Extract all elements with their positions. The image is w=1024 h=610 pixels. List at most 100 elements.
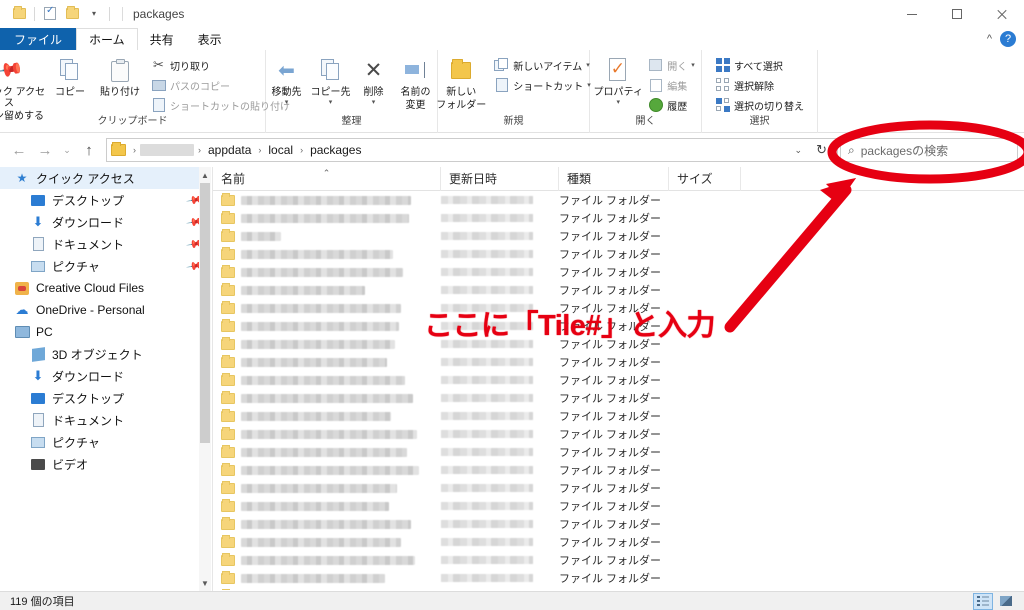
- sidebar-item-0[interactable]: ★ クイック アクセス: [0, 167, 211, 189]
- refresh-icon[interactable]: ↻: [810, 142, 833, 158]
- properties-icon[interactable]: [39, 3, 61, 25]
- sidebar-item-12[interactable]: ピクチャ: [0, 431, 211, 453]
- help-icon[interactable]: ?: [1000, 31, 1016, 47]
- table-row[interactable]: ファイル フォルダー: [213, 371, 1024, 389]
- navigation-scrollbar[interactable]: ▲ ▼: [199, 167, 211, 591]
- delete-button[interactable]: ✕ 削除 ▾: [355, 52, 393, 107]
- collapse-ribbon-icon[interactable]: ^: [987, 33, 992, 45]
- tab-home[interactable]: ホーム: [76, 28, 138, 50]
- sidebar-item-10[interactable]: デスクトップ: [0, 387, 211, 409]
- sidebar-item-label: ピクチャ: [52, 435, 100, 450]
- table-row[interactable]: ファイル フォルダー: [213, 191, 1024, 209]
- breadcrumb[interactable]: › › appdata › local › packages ⌄ ↻: [106, 138, 838, 162]
- sidebar-item-2[interactable]: ⬇ ダウンロード 📌: [0, 211, 211, 233]
- forward-button[interactable]: →: [32, 137, 58, 163]
- sidebar-item-8[interactable]: 3D オブジェクト: [0, 343, 211, 365]
- chevron-down-icon[interactable]: ▾: [372, 98, 376, 106]
- sidebar-item-3[interactable]: ドキュメント 📌: [0, 233, 211, 255]
- table-row[interactable]: ファイル フォルダー: [213, 245, 1024, 263]
- button-label: コピー: [55, 87, 85, 98]
- sidebar-item-13[interactable]: ビデオ: [0, 453, 211, 475]
- folder-icon: [221, 372, 235, 386]
- table-row[interactable]: ファイル フォルダー: [213, 227, 1024, 245]
- column-header-1[interactable]: 更新日時: [441, 167, 559, 191]
- table-row[interactable]: ファイル フォルダー: [213, 443, 1024, 461]
- properties-button[interactable]: ✓ プロパティ ▾: [593, 52, 643, 106]
- breadcrumb-item-packages[interactable]: packages: [307, 143, 364, 157]
- sidebar-item-label: デスクトップ: [52, 193, 125, 208]
- scrollbar-thumb[interactable]: [200, 183, 210, 443]
- tab-share[interactable]: 共有: [137, 28, 186, 50]
- breadcrumb-separator: ›: [258, 145, 262, 155]
- sidebar-item-11[interactable]: ドキュメント: [0, 409, 211, 431]
- chevron-down-icon[interactable]: ⌄: [789, 145, 809, 156]
- copy-to-button[interactable]: コピー先 ▾: [309, 52, 353, 106]
- file-name-redacted: [241, 429, 417, 439]
- close-button[interactable]: [979, 0, 1024, 28]
- sidebar-item-6[interactable]: ☁ OneDrive - Personal: [0, 299, 211, 321]
- chevron-down-icon[interactable]: ▾: [691, 61, 695, 69]
- select-all-button[interactable]: すべて選択: [712, 56, 807, 74]
- file-name-redacted: [241, 393, 413, 403]
- sidebar-item-4[interactable]: ピクチャ 📌: [0, 255, 211, 277]
- tab-view[interactable]: 表示: [185, 28, 234, 50]
- table-row[interactable]: ファイル フォルダー: [213, 389, 1024, 407]
- column-headers: 名前 ⌃ 更新日時 種類 サイズ: [213, 167, 1024, 191]
- table-row[interactable]: ファイル フォルダー: [213, 479, 1024, 497]
- rename-icon: [400, 55, 432, 85]
- folder-icon: [221, 336, 235, 350]
- back-button[interactable]: ←: [6, 137, 32, 163]
- table-row[interactable]: ファイル フォルダー: [213, 461, 1024, 479]
- breadcrumb-item-local[interactable]: local: [265, 143, 296, 157]
- sidebar-item-1[interactable]: デスクトップ 📌: [0, 189, 211, 211]
- breadcrumb-item-appdata[interactable]: appdata: [205, 143, 254, 157]
- chevron-down-icon[interactable]: ▾: [616, 98, 620, 106]
- up-button[interactable]: ↑: [76, 137, 102, 163]
- button-label: すべて選択: [734, 61, 783, 73]
- breadcrumb-item-redacted[interactable]: [140, 144, 194, 156]
- move-to-button[interactable]: ⬅ 移動先 ▾: [267, 52, 307, 107]
- table-row[interactable]: ファイル フォルダー: [213, 209, 1024, 227]
- chevron-down-icon[interactable]: ▾: [83, 3, 105, 25]
- select-none-button[interactable]: 選択解除: [712, 76, 807, 94]
- tab-file[interactable]: ファイル: [0, 28, 77, 50]
- column-header-2[interactable]: 種類: [559, 167, 669, 191]
- table-row[interactable]: ファイル フォルダー: [213, 407, 1024, 425]
- chevron-down-icon[interactable]: ▾: [285, 98, 289, 106]
- large-icons-view-button[interactable]: [996, 593, 1016, 610]
- rename-button[interactable]: 名前の 変更: [395, 52, 437, 111]
- scroll-up-icon[interactable]: ▲: [199, 167, 211, 183]
- table-row[interactable]: ファイル フォルダー: [213, 425, 1024, 443]
- table-row[interactable]: ファイル フォルダー: [213, 533, 1024, 551]
- sidebar-item-5[interactable]: Creative Cloud Files: [0, 277, 211, 299]
- column-header-3[interactable]: サイズ: [669, 167, 741, 191]
- edit-button[interactable]: 編集: [645, 76, 698, 94]
- table-row[interactable]: ファイル フォルダー: [213, 569, 1024, 587]
- chevron-down-icon[interactable]: ▾: [329, 98, 333, 106]
- details-view-button[interactable]: [973, 592, 993, 610]
- table-row[interactable]: ファイル フォルダー: [213, 263, 1024, 281]
- table-row[interactable]: ファイル フォルダー: [213, 551, 1024, 569]
- minimize-button[interactable]: [889, 0, 934, 28]
- new-folder-icon[interactable]: [61, 3, 83, 25]
- new-item-button[interactable]: 新しいアイテム ▾: [491, 56, 594, 74]
- open-button[interactable]: 開く ▾: [645, 56, 698, 74]
- pin-to-quick-access-button[interactable]: 📌 クイック アクセス にピン留めする: [0, 52, 46, 122]
- history-button[interactable]: 履歴: [645, 96, 698, 114]
- invert-selection-button[interactable]: 選択の切り替え: [712, 96, 807, 114]
- paste-button[interactable]: 貼り付け: [94, 52, 146, 98]
- new-shortcut-button[interactable]: ショートカット ▾: [491, 76, 594, 94]
- search-input[interactable]: ⌕ packagesの検索: [840, 138, 1018, 162]
- sidebar-item-9[interactable]: ⬇ ダウンロード: [0, 365, 211, 387]
- table-row[interactable]: ファイル フォルダー: [213, 515, 1024, 533]
- table-row[interactable]: ファイル フォルダー: [213, 281, 1024, 299]
- sidebar-item-7[interactable]: PC: [0, 321, 211, 343]
- scroll-down-icon[interactable]: ▼: [199, 575, 211, 591]
- maximize-button[interactable]: [934, 0, 979, 28]
- copy-button[interactable]: コピー: [48, 52, 92, 98]
- new-folder-button[interactable]: 新しい フォルダー: [433, 52, 489, 111]
- recent-locations-button[interactable]: ⌄: [58, 137, 76, 163]
- table-row[interactable]: ファイル フォルダー: [213, 497, 1024, 515]
- column-header-0[interactable]: 名前 ⌃: [213, 167, 441, 191]
- table-row[interactable]: ファイル フォルダー: [213, 353, 1024, 371]
